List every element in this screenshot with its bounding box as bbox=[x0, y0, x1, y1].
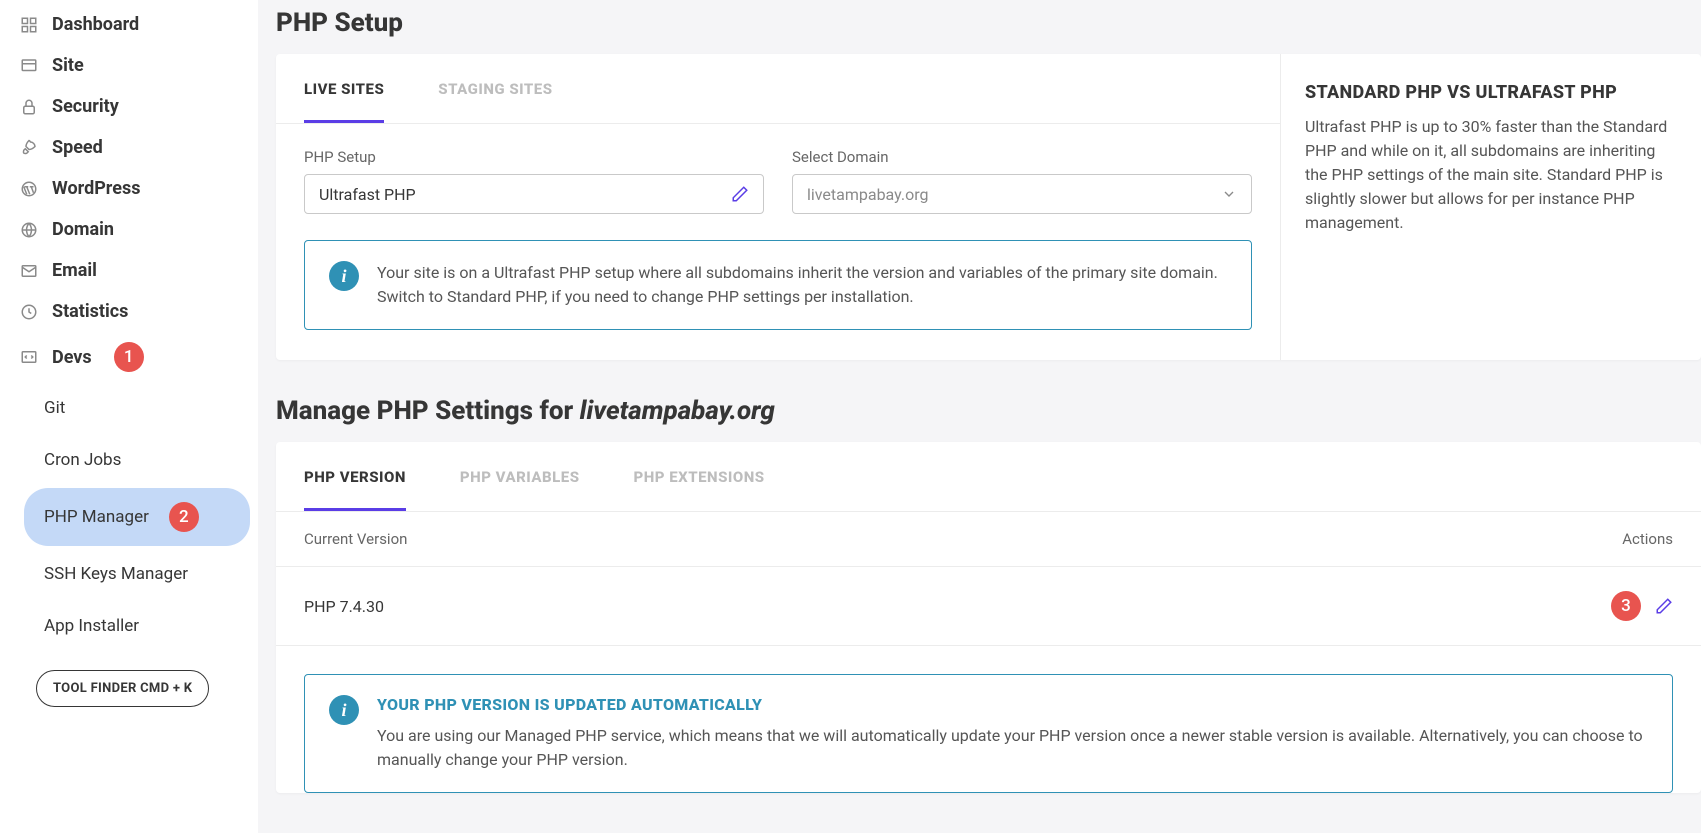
step-badge-1: 1 bbox=[114, 342, 144, 372]
info-icon: i bbox=[329, 695, 359, 725]
globe-icon bbox=[20, 221, 38, 239]
tab-php-variables[interactable]: PHP VARIABLES bbox=[460, 442, 580, 511]
info-icon: i bbox=[329, 261, 359, 291]
site-icon bbox=[20, 57, 38, 75]
sidebar-subitem-git[interactable]: Git bbox=[24, 384, 250, 432]
sidebar-item-devs[interactable]: Devs 1 bbox=[0, 332, 258, 382]
sidebar-item-label: Dashboard bbox=[52, 14, 139, 35]
col-actions: Actions bbox=[1622, 530, 1673, 548]
php-setup-card: LIVE SITES STAGING SITES PHP Setup Ultra… bbox=[276, 54, 1701, 360]
main-content: PHP Setup LIVE SITES STAGING SITES PHP S… bbox=[258, 0, 1701, 833]
php-setup-value: Ultrafast PHP bbox=[319, 185, 416, 204]
sidebar-subitem-label: SSH Keys Manager bbox=[44, 564, 188, 584]
pencil-icon bbox=[731, 185, 749, 203]
sidebar-item-statistics[interactable]: Statistics bbox=[0, 291, 258, 332]
select-domain-label: Select Domain bbox=[792, 148, 1252, 166]
auto-update-heading: YOUR PHP VERSION IS UPDATED AUTOMATICALL… bbox=[377, 695, 1648, 714]
sidebar-subitem-app-installer[interactable]: App Installer bbox=[24, 602, 250, 650]
tab-staging-sites[interactable]: STAGING SITES bbox=[438, 54, 552, 123]
select-domain-select[interactable]: livetampabay.org bbox=[792, 174, 1252, 214]
sidebar-item-site[interactable]: Site bbox=[0, 45, 258, 86]
page-title: PHP Setup bbox=[276, 8, 1701, 38]
sidebar-item-speed[interactable]: Speed bbox=[0, 127, 258, 168]
tool-finder-label: TOOL FINDER CMD + K bbox=[53, 681, 192, 696]
php-setup-field: PHP Setup Ultrafast PHP bbox=[304, 148, 764, 214]
col-current-version: Current Version bbox=[304, 530, 407, 548]
sidebar-item-dashboard[interactable]: Dashboard bbox=[0, 4, 258, 45]
manage-tabs: PHP VERSION PHP VARIABLES PHP EXTENSIONS bbox=[276, 442, 1701, 512]
clock-icon bbox=[20, 303, 38, 321]
sidebar-subitem-cron[interactable]: Cron Jobs bbox=[24, 436, 250, 484]
version-table-header: Current Version Actions bbox=[276, 512, 1701, 567]
sidebar-item-label: Domain bbox=[52, 219, 114, 240]
setup-left-panel: LIVE SITES STAGING SITES PHP Setup Ultra… bbox=[276, 54, 1281, 360]
version-table-row: PHP 7.4.30 3 bbox=[276, 567, 1701, 646]
sidebar: Dashboard Site Security Speed WordPress … bbox=[0, 0, 258, 833]
sidebar-item-label: Devs bbox=[52, 347, 92, 368]
sidebar-item-security[interactable]: Security bbox=[0, 86, 258, 127]
sidebar-item-domain[interactable]: Domain bbox=[0, 209, 258, 250]
sidebar-item-label: Site bbox=[52, 55, 84, 76]
sidebar-subitem-ssh[interactable]: SSH Keys Manager bbox=[24, 550, 250, 598]
php-setup-label: PHP Setup bbox=[304, 148, 764, 166]
tab-php-version[interactable]: PHP VERSION bbox=[304, 442, 406, 511]
php-setup-select[interactable]: Ultrafast PHP bbox=[304, 174, 764, 214]
sidebar-item-label: WordPress bbox=[52, 178, 140, 199]
auto-update-info-content: YOUR PHP VERSION IS UPDATED AUTOMATICALL… bbox=[377, 695, 1648, 772]
sidebar-item-label: Statistics bbox=[52, 301, 128, 322]
select-domain-field: Select Domain livetampabay.org bbox=[792, 148, 1252, 214]
dashboard-icon bbox=[20, 16, 38, 34]
auto-update-info-box: i YOUR PHP VERSION IS UPDATED AUTOMATICA… bbox=[304, 674, 1673, 793]
tab-php-extensions[interactable]: PHP EXTENSIONS bbox=[634, 442, 765, 511]
aside-text: Ultrafast PHP is up to 30% faster than t… bbox=[1305, 115, 1677, 235]
rocket-icon bbox=[20, 139, 38, 157]
lock-icon bbox=[20, 98, 38, 116]
tool-finder-button[interactable]: TOOL FINDER CMD + K bbox=[36, 670, 209, 707]
current-version-value: PHP 7.4.30 bbox=[304, 597, 384, 616]
sidebar-subitem-label: PHP Manager bbox=[44, 507, 149, 527]
code-icon bbox=[20, 348, 38, 366]
sidebar-item-label: Security bbox=[52, 96, 119, 117]
sidebar-item-label: Speed bbox=[52, 137, 103, 158]
sidebar-sub-items: Git Cron Jobs PHP Manager 2 SSH Keys Man… bbox=[0, 382, 258, 652]
step-badge-3: 3 bbox=[1611, 591, 1641, 621]
edit-version-button[interactable] bbox=[1655, 597, 1673, 615]
sidebar-item-wordpress[interactable]: WordPress bbox=[0, 168, 258, 209]
aside-heading: STANDARD PHP VS ULTRAFAST PHP bbox=[1305, 82, 1677, 103]
wordpress-icon bbox=[20, 180, 38, 198]
step-badge-2: 2 bbox=[169, 502, 199, 532]
sidebar-subitem-label: Cron Jobs bbox=[44, 450, 121, 470]
setup-tabs: LIVE SITES STAGING SITES bbox=[276, 54, 1280, 124]
sidebar-item-label: Email bbox=[52, 260, 97, 281]
manage-php-card: PHP VERSION PHP VARIABLES PHP EXTENSIONS… bbox=[276, 442, 1701, 793]
manage-title-domain: livetampabay.org bbox=[580, 396, 775, 426]
setup-info-box: i Your site is on a Ultrafast PHP setup … bbox=[304, 240, 1252, 330]
setup-body: PHP Setup Ultrafast PHP Select Domain li… bbox=[276, 124, 1280, 360]
tab-live-sites[interactable]: LIVE SITES bbox=[304, 54, 384, 123]
setup-aside: STANDARD PHP VS ULTRAFAST PHP Ultrafast … bbox=[1281, 54, 1701, 360]
chevron-down-icon bbox=[1221, 186, 1237, 202]
manage-title-prefix: Manage PHP Settings for bbox=[276, 396, 580, 426]
auto-update-text: You are using our Managed PHP service, w… bbox=[377, 724, 1648, 772]
setup-info-text: Your site is on a Ultrafast PHP setup wh… bbox=[377, 261, 1227, 309]
sidebar-subitem-label: Git bbox=[44, 398, 65, 418]
select-domain-value: livetampabay.org bbox=[807, 185, 928, 204]
mail-icon bbox=[20, 262, 38, 280]
manage-section-title: Manage PHP Settings for livetampabay.org bbox=[276, 396, 1701, 426]
actions-cell: 3 bbox=[1603, 591, 1673, 621]
sidebar-item-email[interactable]: Email bbox=[0, 250, 258, 291]
sidebar-subitem-label: App Installer bbox=[44, 616, 139, 636]
sidebar-subitem-php-manager[interactable]: PHP Manager 2 bbox=[24, 488, 250, 546]
